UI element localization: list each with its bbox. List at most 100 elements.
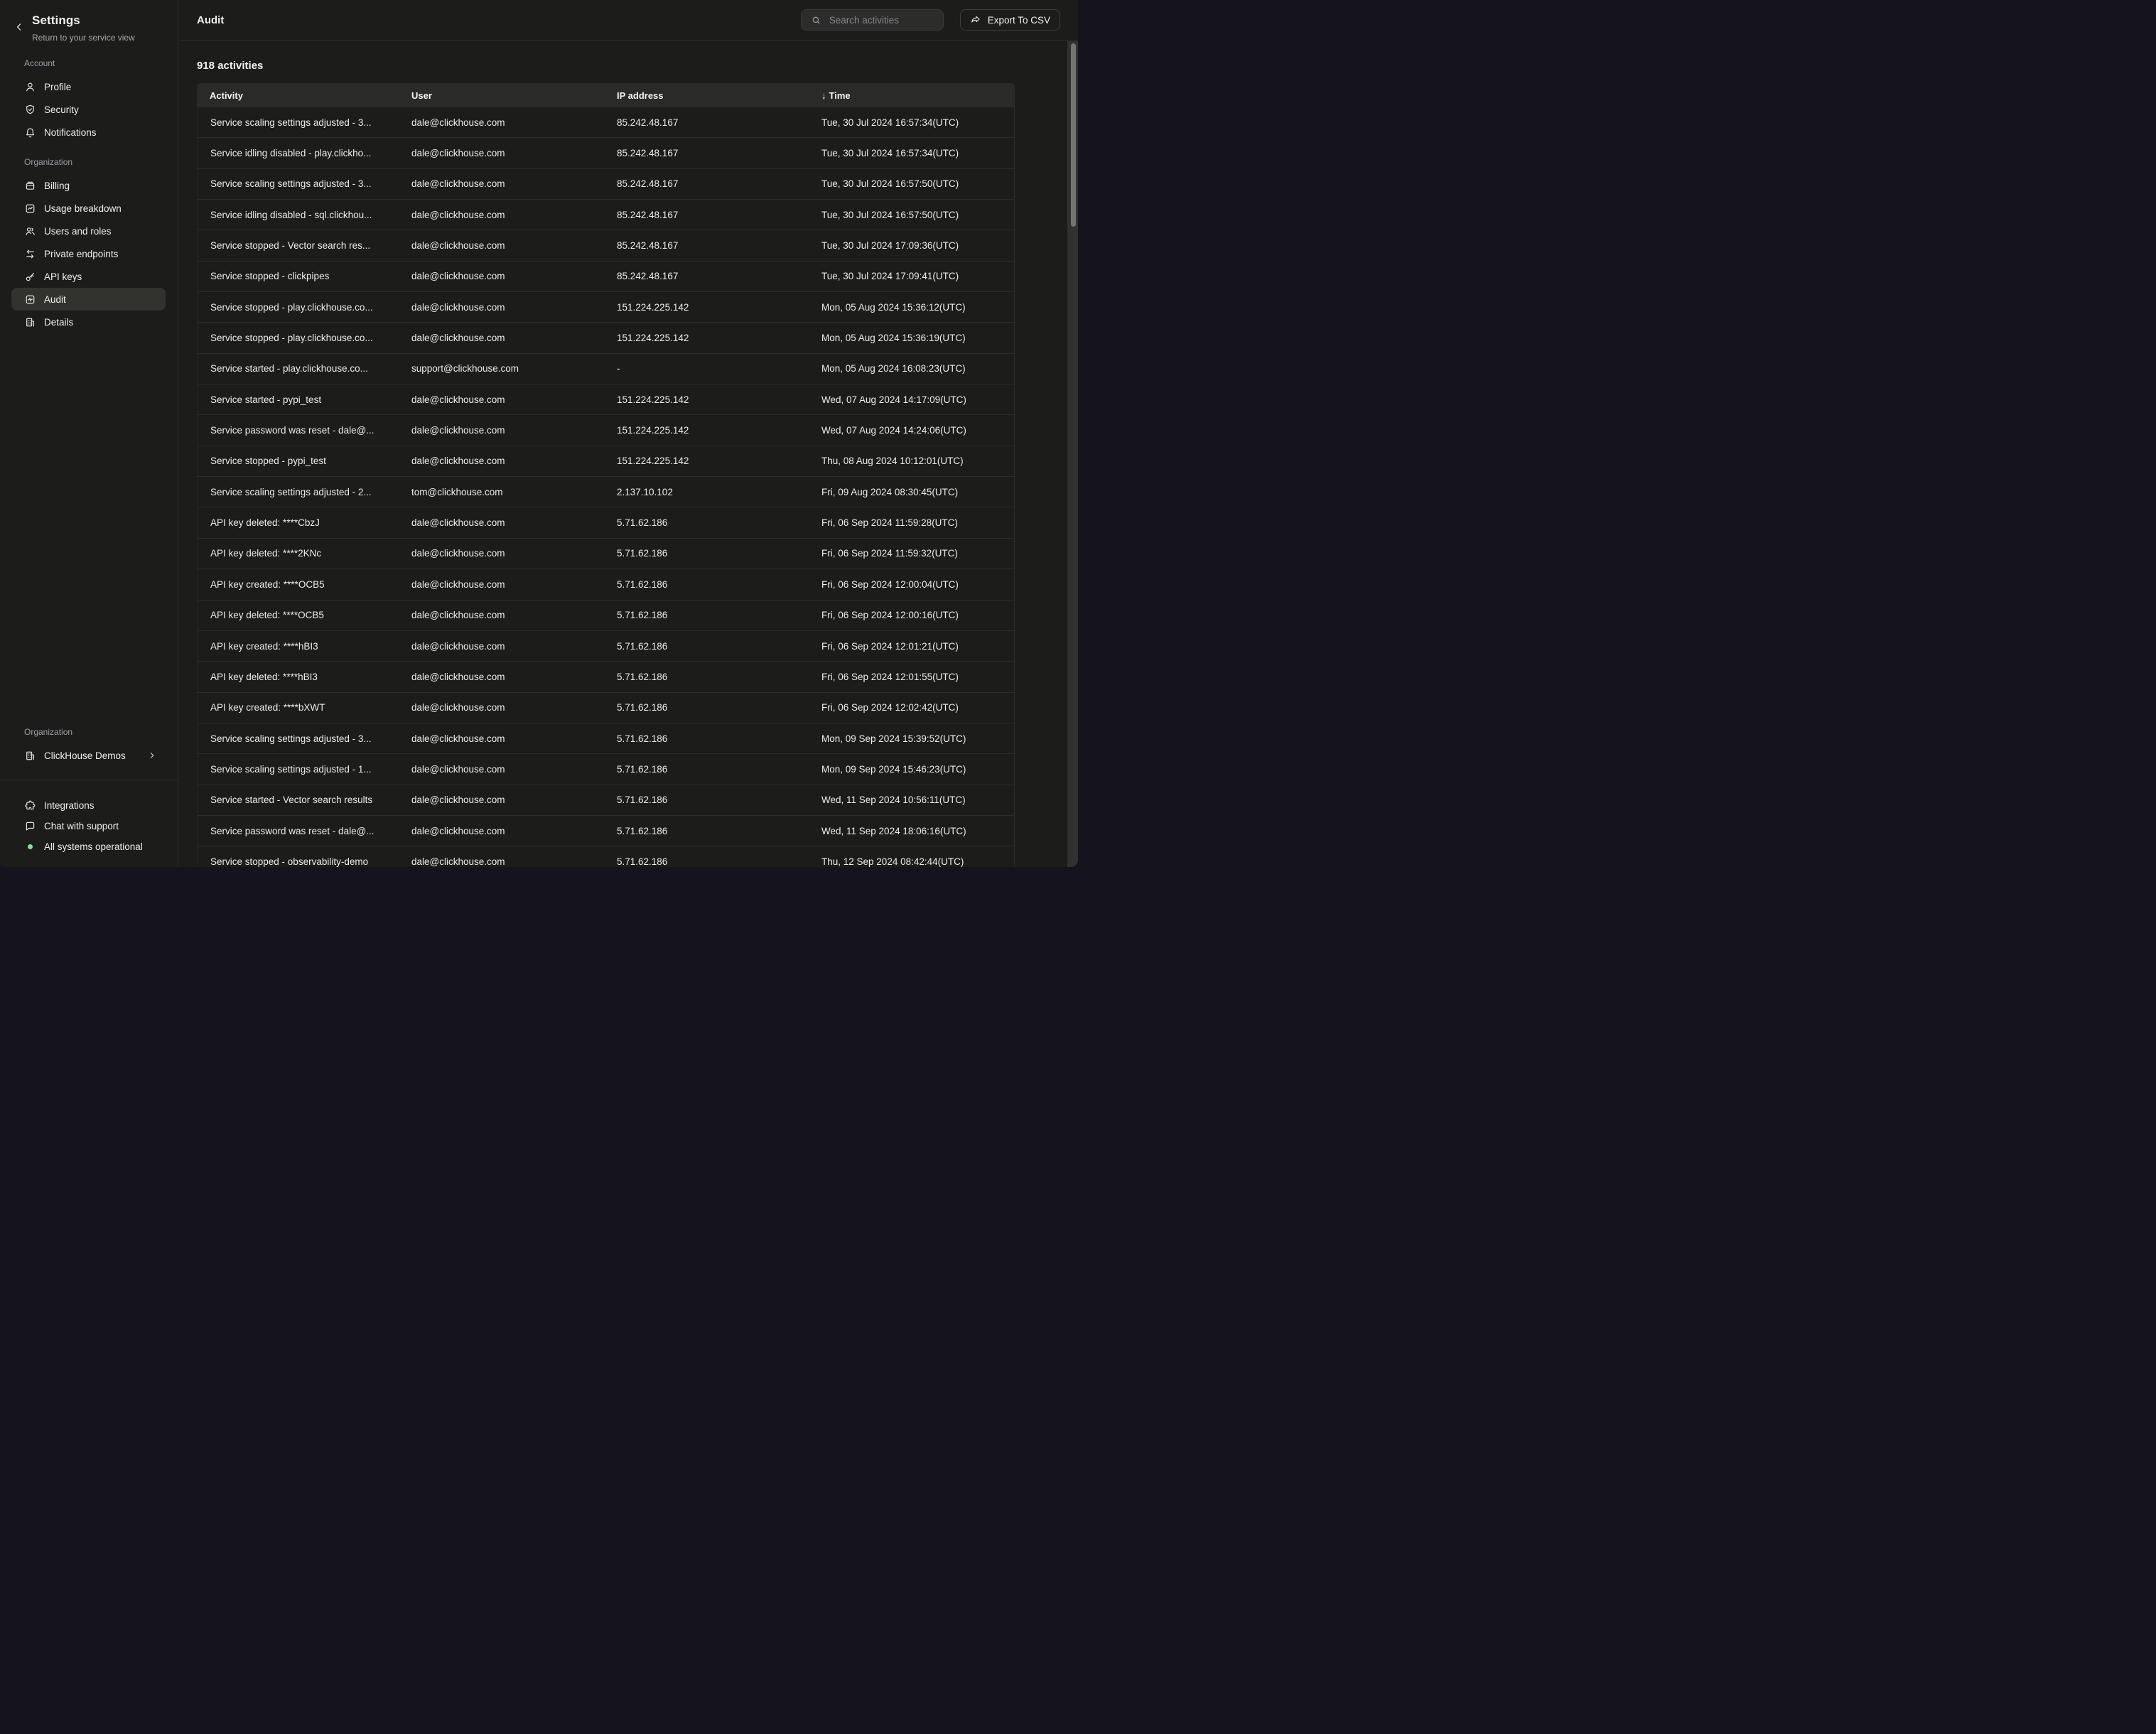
sidebar: Settings Return to your service view Acc…	[0, 0, 178, 867]
column-header-time[interactable]: ↓Time	[809, 90, 1015, 101]
cell-user: dale@clickhouse.com	[399, 733, 604, 744]
page-title: Audit	[197, 14, 224, 26]
sidebar-item-notifications[interactable]: Notifications	[11, 121, 166, 144]
export-label: Export To CSV	[988, 15, 1050, 26]
cell-ip-address: 85.242.48.167	[604, 148, 809, 158]
cell-user: dale@clickhouse.com	[399, 210, 604, 220]
table-row: Service idling disabled - play.clickho..…	[198, 138, 1014, 168]
export-icon	[970, 14, 981, 26]
cell-activity: Service password was reset - dale@...	[198, 826, 399, 836]
cell-time: Mon, 05 Aug 2024 15:36:19(UTC)	[809, 333, 1014, 343]
cell-time: Mon, 05 Aug 2024 16:08:23(UTC)	[809, 363, 1014, 374]
search-box[interactable]	[801, 9, 944, 31]
column-header-label: Time	[829, 90, 851, 101]
sidebar-sections: AccountProfileSecurityNotificationsOrgan…	[0, 43, 178, 333]
table-row: API key deleted: ****2KNcdale@clickhouse…	[198, 539, 1014, 569]
table-row: Service stopped - play.clickhouse.co...d…	[198, 323, 1014, 353]
cell-ip-address: 5.71.62.186	[604, 795, 809, 805]
activities-count: 918 activities	[197, 60, 1078, 72]
column-header-ip-address[interactable]: IP address	[604, 90, 809, 101]
cell-user: dale@clickhouse.com	[399, 764, 604, 775]
sidebar-item-security[interactable]: Security	[11, 98, 166, 121]
chart-box-icon	[24, 203, 36, 215]
cell-time: Fri, 06 Sep 2024 11:59:32(UTC)	[809, 548, 1014, 559]
cell-ip-address: 5.71.62.186	[604, 517, 809, 528]
table-row: Service scaling settings adjusted - 3...…	[198, 169, 1014, 200]
cell-activity: API key created: ****bXWT	[198, 702, 399, 713]
chevron-right-icon	[148, 751, 156, 760]
cell-time: Tue, 30 Jul 2024 17:09:41(UTC)	[809, 271, 1014, 281]
organization-switcher-section: Organization ClickHouse Demos	[0, 727, 178, 780]
cell-user: dale@clickhouse.com	[399, 795, 604, 805]
table-header-row: Activity User IP address ↓Time	[197, 83, 1015, 107]
cell-user: dale@clickhouse.com	[399, 548, 604, 559]
sidebar-item-label: Details	[44, 317, 73, 328]
sidebar-item-label: Users and roles	[44, 226, 112, 237]
back-chevron-icon[interactable]	[14, 22, 24, 32]
cell-activity: API key deleted: ****2KNc	[198, 548, 399, 559]
chat-bubble-icon	[24, 820, 36, 832]
table-row: Service scaling settings adjusted - 2...…	[198, 477, 1014, 507]
cell-activity: Service scaling settings adjusted - 1...	[198, 764, 399, 775]
cell-activity: API key deleted: ****hBI3	[198, 672, 399, 682]
cell-time: Fri, 06 Sep 2024 12:01:21(UTC)	[809, 641, 1014, 652]
cell-ip-address: 5.71.62.186	[604, 610, 809, 620]
scrollbar-thumb[interactable]	[1071, 43, 1076, 227]
return-to-service-link[interactable]: Return to your service view	[32, 33, 166, 43]
cell-time: Fri, 06 Sep 2024 12:01:55(UTC)	[809, 672, 1014, 682]
table-row: Service stopped - pypi_testdale@clickhou…	[198, 446, 1014, 477]
cell-time: Tue, 30 Jul 2024 16:57:34(UTC)	[809, 148, 1014, 158]
sidebar-item-billing[interactable]: Billing	[11, 174, 166, 197]
sort-descending-icon: ↓	[821, 90, 826, 101]
cell-user: dale@clickhouse.com	[399, 610, 604, 620]
cell-ip-address: 5.71.62.186	[604, 702, 809, 713]
sidebar-item-usage-breakdown[interactable]: Usage breakdown	[11, 197, 166, 220]
cell-user: dale@clickhouse.com	[399, 856, 604, 867]
cell-ip-address: 5.71.62.186	[604, 641, 809, 652]
sidebar-item-private-endpoints[interactable]: Private endpoints	[11, 242, 166, 265]
cell-activity: Service password was reset - dale@...	[198, 425, 399, 436]
sidebar-spacer	[0, 333, 178, 727]
cell-activity: Service scaling settings adjusted - 3...	[198, 178, 399, 189]
cell-activity: API key deleted: ****OCB5	[198, 610, 399, 620]
cell-user: dale@clickhouse.com	[399, 148, 604, 158]
export-csv-button[interactable]: Export To CSV	[960, 9, 1060, 31]
sidebar-item-all-systems-operational[interactable]: All systems operational	[11, 836, 166, 857]
search-input[interactable]	[828, 14, 936, 26]
sidebar-item-label: Security	[44, 104, 79, 115]
sidebar-item-api-keys[interactable]: API keys	[11, 265, 166, 288]
sidebar-item-audit[interactable]: Audit	[11, 288, 166, 311]
cell-ip-address: 85.242.48.167	[604, 210, 809, 220]
scrollbar-track[interactable]	[1067, 41, 1078, 867]
organization-name: ClickHouse Demos	[44, 750, 126, 761]
column-header-activity[interactable]: Activity	[197, 90, 399, 101]
puzzle-icon	[24, 799, 36, 812]
cell-activity: Service scaling settings adjusted - 3...	[198, 117, 399, 128]
cell-user: dale@clickhouse.com	[399, 117, 604, 128]
building-icon	[24, 316, 36, 328]
users-icon	[24, 225, 36, 237]
cell-activity: Service scaling settings adjusted - 3...	[198, 733, 399, 744]
sidebar-title: Settings	[32, 14, 166, 28]
cell-activity: API key deleted: ****CbzJ	[198, 517, 399, 528]
column-header-user[interactable]: User	[399, 90, 604, 101]
sidebar-item-chat-with-support[interactable]: Chat with support	[11, 816, 166, 836]
sidebar-item-details[interactable]: Details	[11, 311, 166, 333]
column-header-label: Activity	[210, 90, 243, 101]
sidebar-section-account: AccountProfileSecurityNotifications	[0, 58, 178, 144]
cell-ip-address: 2.137.10.102	[604, 487, 809, 497]
sidebar-item-integrations[interactable]: Integrations	[11, 795, 166, 816]
column-header-label: IP address	[617, 90, 664, 101]
sidebar-item-users-and-roles[interactable]: Users and roles	[11, 220, 166, 242]
cell-user: dale@clickhouse.com	[399, 702, 604, 713]
cell-ip-address: 5.71.62.186	[604, 579, 809, 590]
sidebar-header: Settings Return to your service view	[0, 0, 178, 43]
cell-ip-address: 151.224.225.142	[604, 394, 809, 405]
sidebar-item-profile[interactable]: Profile	[11, 75, 166, 98]
cell-ip-address: 151.224.225.142	[604, 456, 809, 466]
cell-activity: Service scaling settings adjusted - 2...	[198, 487, 399, 497]
table-body: Service scaling settings adjusted - 3...…	[197, 107, 1015, 867]
cell-time: Tue, 30 Jul 2024 16:57:50(UTC)	[809, 178, 1014, 189]
sidebar-item-clickhouse-demos[interactable]: ClickHouse Demos	[11, 744, 166, 767]
organization-footer-label: Organization	[24, 727, 178, 737]
